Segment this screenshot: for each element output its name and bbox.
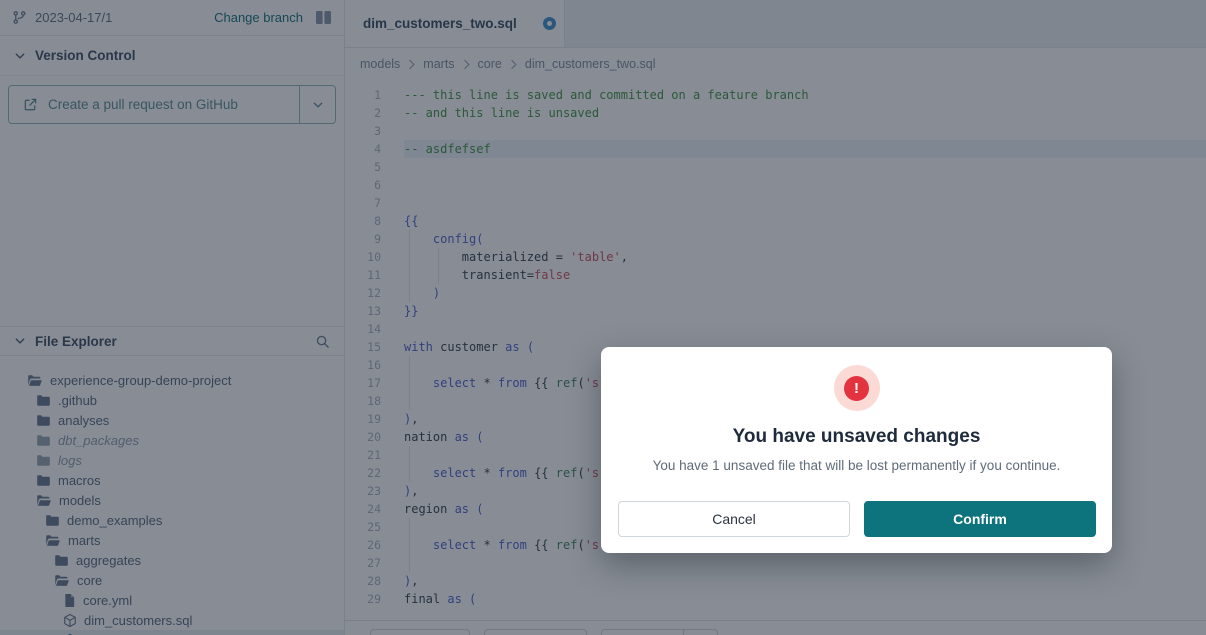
exclamation-icon: ! [844, 376, 869, 401]
alert-icon: ! [834, 365, 880, 411]
modal-title: You have unsaved changes [601, 426, 1112, 448]
modal-actions: Cancel Confirm [618, 501, 1096, 537]
dbt-cloud-ide: 2023-04-17/1 Change branch Version Contr… [0, 0, 1206, 635]
unsaved-changes-modal: ! You have unsaved changes You have 1 un… [601, 347, 1112, 553]
confirm-button[interactable]: Confirm [864, 501, 1096, 537]
modal-message: You have 1 unsaved file that will be los… [601, 458, 1112, 473]
cancel-button[interactable]: Cancel [618, 501, 850, 537]
